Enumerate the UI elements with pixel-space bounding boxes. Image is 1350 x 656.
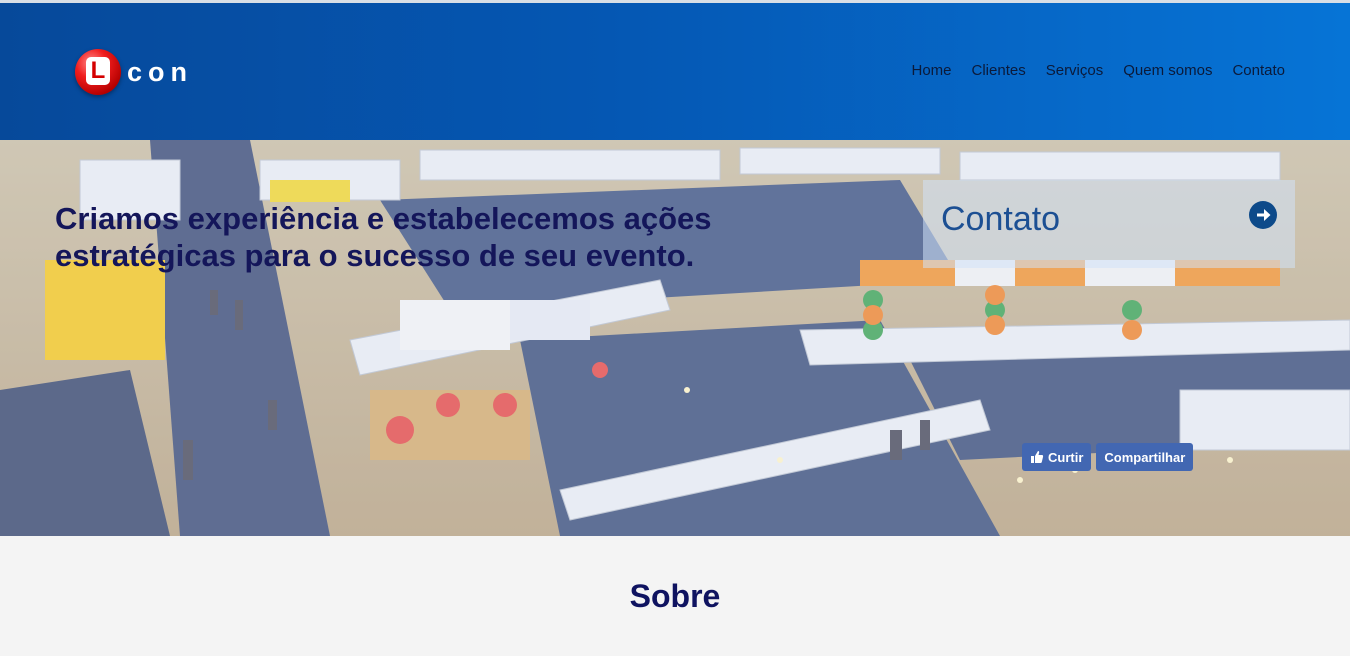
site-header: L con Home Clientes Serviços Quem somos … <box>0 3 1350 140</box>
facebook-buttons: Curtir Compartilhar <box>1022 443 1194 471</box>
share-label: Compartilhar <box>1104 449 1186 465</box>
nav-quem-somos[interactable]: Quem somos <box>1123 62 1212 79</box>
hero-banner: Criamos experiência e estabelecemos açõe… <box>0 140 1350 536</box>
lcon-logo[interactable]: L con <box>75 48 193 96</box>
about-section: Sobre <box>0 536 1350 656</box>
nav-home[interactable]: Home <box>912 62 952 79</box>
logo-text: con <box>127 56 194 87</box>
contact-panel[interactable]: Contato <box>923 180 1295 268</box>
circle-arrow-right-icon[interactable] <box>1249 201 1277 229</box>
logo-ball-icon: L <box>75 49 121 95</box>
facebook-like-button[interactable]: Curtir <box>1022 443 1092 471</box>
logo-letter: L <box>86 57 110 85</box>
thumbs-up-icon <box>1031 451 1044 463</box>
nav-contato[interactable]: Contato <box>1232 62 1285 79</box>
like-label: Curtir <box>1048 449 1084 465</box>
facebook-share-button[interactable]: Compartilhar <box>1096 443 1194 471</box>
main-nav: Home Clientes Serviços Quem somos Contat… <box>912 62 1286 79</box>
nav-clientes[interactable]: Clientes <box>972 62 1026 79</box>
contact-label: Contato <box>941 200 1061 238</box>
nav-servicos[interactable]: Serviços <box>1046 62 1104 79</box>
about-title: Sobre <box>629 578 721 614</box>
hero-headline: Criamos experiência e estabelecemos açõe… <box>55 201 712 273</box>
